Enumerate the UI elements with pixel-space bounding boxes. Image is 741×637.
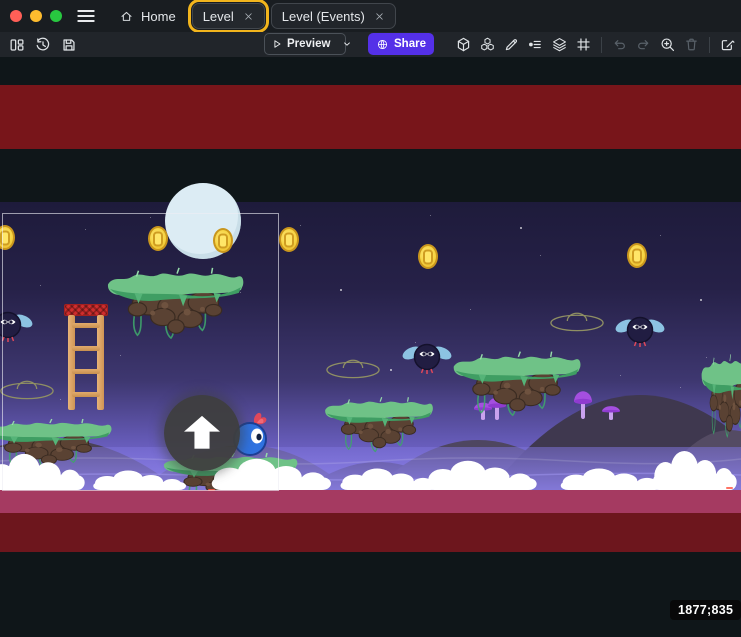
star: [470, 309, 471, 310]
traffic-lights: [10, 10, 62, 22]
star: [340, 289, 342, 291]
object-groups-icon[interactable]: [477, 34, 498, 55]
zoom-window-button[interactable]: [50, 10, 62, 22]
toolbar: Preview Share: [0, 32, 741, 57]
chevron-down-icon[interactable]: [341, 38, 353, 50]
hamburger-menu-icon[interactable]: [75, 5, 97, 27]
coin-object[interactable]: [627, 243, 647, 268]
star: [700, 299, 702, 301]
star: [620, 375, 621, 376]
cloud: [420, 460, 545, 490]
toolbar-left-group: [6, 32, 79, 57]
coin-object[interactable]: [418, 244, 438, 269]
home-icon: [119, 9, 134, 24]
tab-level[interactable]: Level: [192, 3, 265, 29]
tab-home[interactable]: Home: [109, 4, 186, 28]
pink-ground-band: [0, 490, 741, 513]
dark-red-ground-band: [0, 513, 741, 552]
ufo-outline-object[interactable]: [548, 309, 606, 333]
tab-label: Level: [203, 9, 234, 24]
history-icon[interactable]: [32, 34, 53, 55]
save-icon[interactable]: [58, 34, 79, 55]
cloud: [648, 450, 741, 490]
tab-label: Level (Events): [282, 9, 365, 24]
gdevelop-window: Home Level Level (Events) Preview Share: [0, 0, 741, 637]
mushroom-object[interactable]: [601, 404, 621, 420]
scene-canvas[interactable]: [0, 57, 741, 637]
zoom-in-icon[interactable]: [657, 34, 678, 55]
bat-enemy[interactable]: [614, 311, 666, 351]
close-icon[interactable]: [374, 11, 385, 22]
spark-particle: [726, 487, 733, 489]
floating-island-platform[interactable]: [700, 351, 741, 439]
toolbar-right-group: [453, 32, 738, 57]
up-arrow-icon: [184, 416, 220, 449]
trash-icon: [681, 34, 702, 55]
cursor-coordinates: 1877;835: [670, 600, 741, 620]
floating-island-platform[interactable]: [322, 395, 435, 453]
play-icon: [271, 38, 283, 50]
edit-pencil-icon[interactable]: [501, 34, 522, 55]
titlebar: Home Level Level (Events): [0, 0, 741, 32]
minimize-window-button[interactable]: [30, 10, 42, 22]
share-button[interactable]: Share: [368, 33, 434, 55]
preview-label: Preview: [287, 38, 330, 50]
grid-icon[interactable]: [573, 34, 594, 55]
close-window-button[interactable]: [10, 10, 22, 22]
coin-object[interactable]: [279, 227, 299, 252]
undo-icon: [609, 34, 630, 55]
floating-island-platform[interactable]: [450, 349, 583, 417]
objects-cube-icon[interactable]: [453, 34, 474, 55]
layers-icon[interactable]: [549, 34, 570, 55]
star: [300, 225, 301, 226]
tab-bar: Home Level Level (Events): [109, 0, 396, 32]
camera-bounds-frame: [2, 213, 279, 491]
toolbar-separator: [709, 37, 710, 53]
panels-icon[interactable]: [6, 34, 27, 55]
redo-icon: [633, 34, 654, 55]
star: [660, 235, 661, 236]
share-label: Share: [394, 38, 426, 50]
star: [540, 255, 541, 256]
star: [430, 215, 431, 216]
tab-level-events[interactable]: Level (Events): [271, 3, 396, 29]
instances-list-icon[interactable]: [525, 34, 546, 55]
star: [520, 227, 522, 229]
preview-button[interactable]: Preview: [264, 33, 346, 55]
tab-label: Home: [141, 9, 176, 24]
toolbar-separator: [601, 37, 602, 53]
scene-properties-icon[interactable]: [717, 34, 738, 55]
star: [390, 369, 392, 371]
jump-touch-button[interactable]: [164, 395, 240, 471]
bat-enemy[interactable]: [401, 338, 453, 378]
ufo-outline-object[interactable]: [324, 356, 382, 380]
red-ceiling-band: [0, 85, 741, 149]
globe-icon: [376, 38, 389, 51]
close-icon[interactable]: [243, 11, 254, 22]
